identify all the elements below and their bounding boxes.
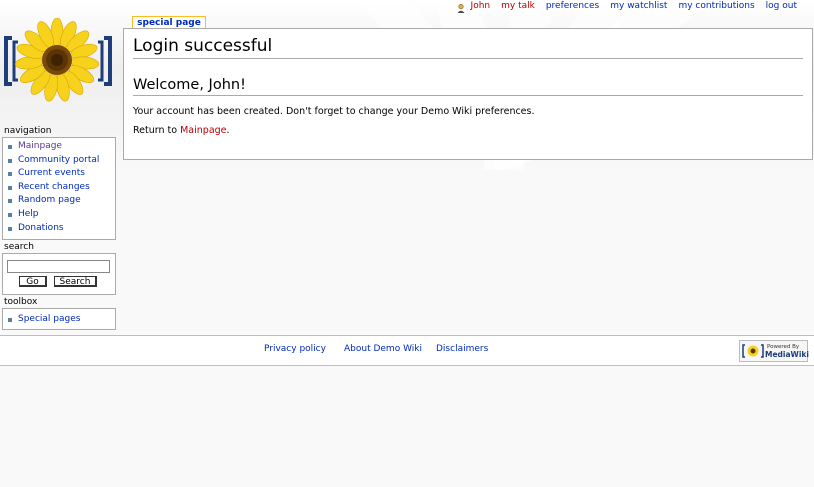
return-suffix: . [226, 125, 230, 136]
sidebar-item-label[interactable]: Random page [18, 195, 81, 205]
tab-label: special page [137, 18, 201, 28]
my-talk-link[interactable]: my talk [501, 1, 535, 11]
sidebar-item-recent-changes[interactable]: Recent changes [3, 181, 115, 195]
my-watchlist-link[interactable]: my watchlist [610, 1, 667, 11]
welcome-heading: Welcome, John! [133, 75, 803, 96]
navigation-body: Mainpage Community portal Current events… [2, 137, 116, 240]
search-input[interactable] [7, 260, 110, 273]
powered-by-mediawiki-badge[interactable]: Powered By MediaWiki [739, 340, 809, 362]
sidebar-item-label[interactable]: Recent changes [18, 182, 90, 192]
page-title: Login successful [133, 35, 803, 59]
content-area: Login successful Welcome, John! Your acc… [123, 28, 813, 160]
mainpage-return-link[interactable]: Mainpage [180, 125, 226, 136]
sidebar-item-help[interactable]: Help [3, 208, 115, 222]
my-contributions-link[interactable]: my contributions [678, 1, 754, 11]
mediawiki-text: MediaWiki [765, 350, 809, 359]
toolbox-item-label[interactable]: Special pages [18, 314, 80, 324]
return-prefix: Return to [133, 125, 181, 136]
go-button[interactable]: Go [19, 276, 47, 287]
sunflower-logo[interactable] [2, 18, 114, 106]
user-name: John [470, 1, 491, 11]
sidebar-item-label[interactable]: Donations [18, 223, 64, 233]
sidebar-item-label[interactable]: Mainpage [18, 141, 62, 151]
account-created-message: Your account has been created. Don't for… [133, 106, 535, 117]
return-line: Return to Mainpage. [133, 125, 230, 136]
sidebar-item-current-events[interactable]: Current events [3, 167, 115, 181]
disclaimers-link[interactable]: Disclaimers [436, 344, 488, 354]
preferences-link[interactable]: preferences [546, 1, 599, 11]
user-icon [457, 4, 465, 13]
sidebar-item-label[interactable]: Help [18, 209, 39, 219]
search-button[interactable]: Search [54, 276, 97, 287]
toolbox-body: Special pages [2, 308, 116, 330]
sidebar-item-label[interactable]: Current events [18, 168, 85, 178]
search-title: search [4, 242, 34, 252]
log-out-link[interactable]: log out [766, 1, 797, 11]
sidebar-item-mainpage[interactable]: Mainpage [3, 140, 115, 154]
about-link[interactable]: About Demo Wiki [344, 344, 422, 354]
mediawiki-badge-icon [742, 344, 764, 358]
personal-tools: John my talk preferences my watchlist my… [446, 0, 814, 14]
footer: Privacy policy About Demo Wiki Disclaime… [0, 335, 814, 366]
user-link[interactable]: John [457, 1, 491, 13]
sidebar-item-community-portal[interactable]: Community portal [3, 154, 115, 168]
sidebar-item-donations[interactable]: Donations [3, 222, 115, 236]
search-body: Go Search [2, 253, 116, 295]
sidebar-item-random-page[interactable]: Random page [3, 194, 115, 208]
privacy-policy-link[interactable]: Privacy policy [264, 344, 326, 354]
toolbox-item-special-pages[interactable]: Special pages [3, 313, 115, 327]
sidebar-item-label[interactable]: Community portal [18, 155, 99, 165]
navigation-title: navigation [4, 126, 52, 136]
toolbox-title: toolbox [4, 297, 38, 307]
